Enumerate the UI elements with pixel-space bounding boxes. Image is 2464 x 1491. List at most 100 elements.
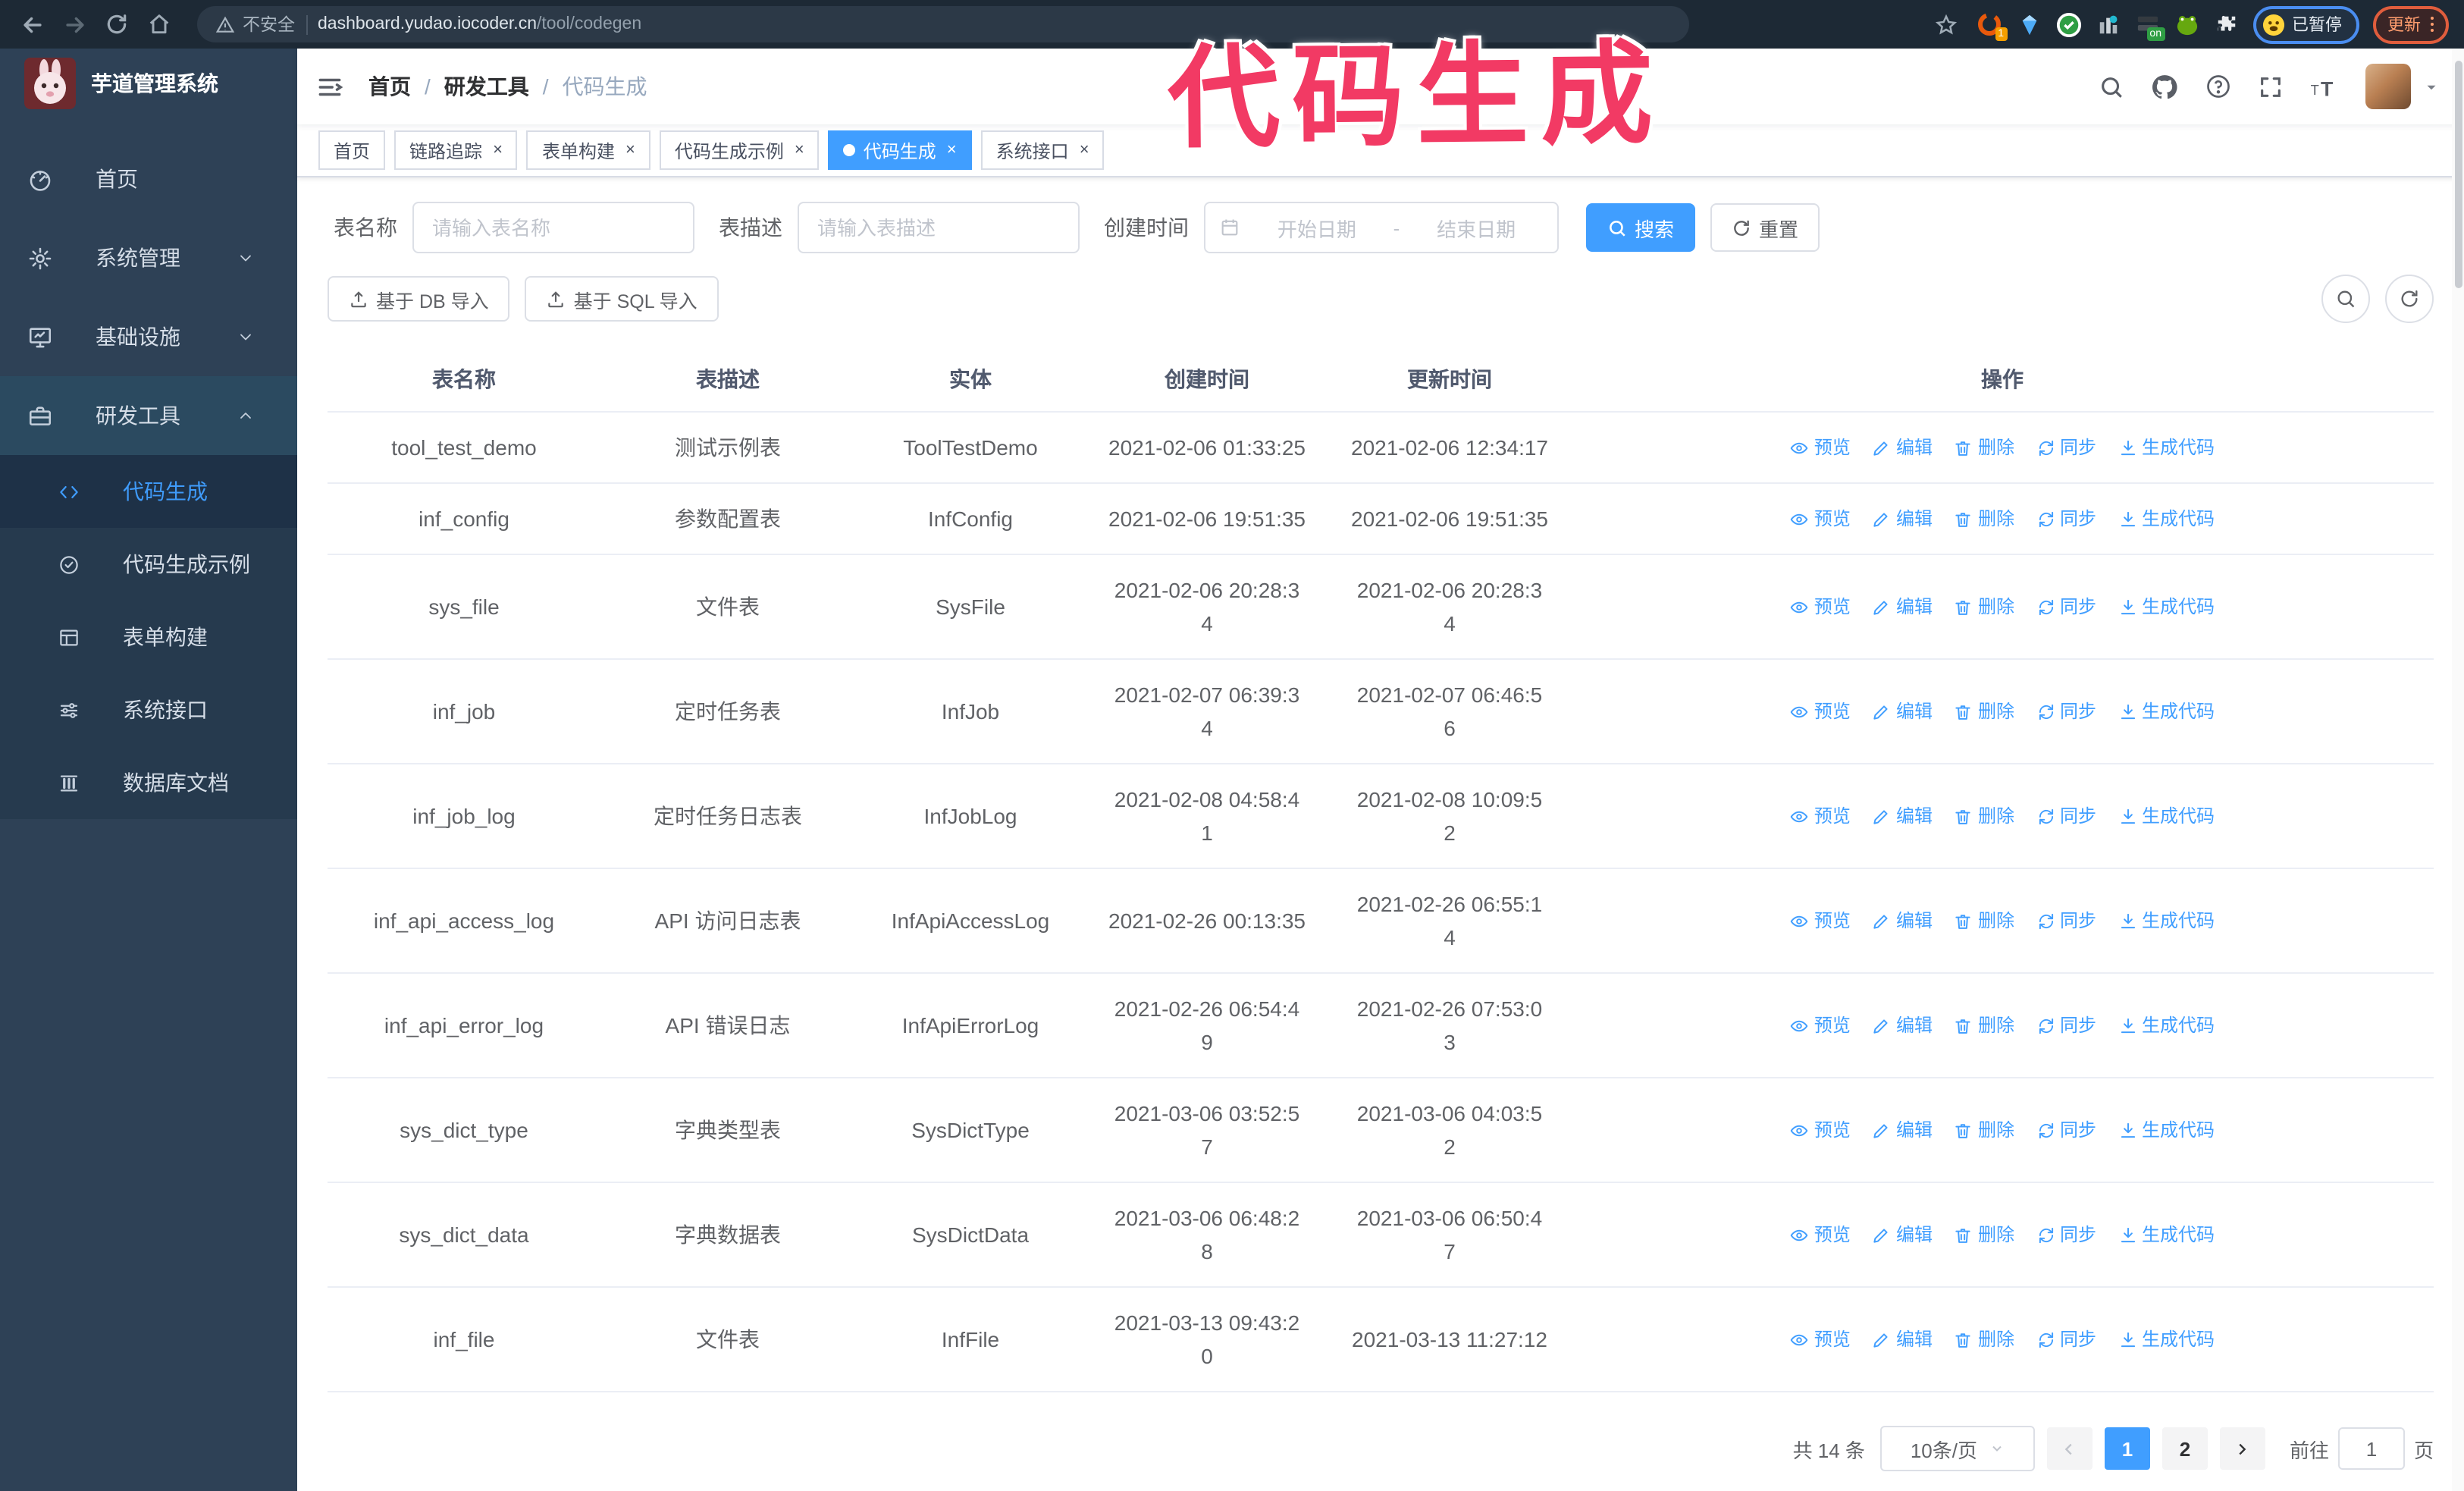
extension-orange-icon[interactable]: 1 (1977, 11, 2007, 40)
user-menu[interactable] (2365, 64, 2440, 109)
goto-page-input[interactable] (2337, 1427, 2405, 1470)
extension-frog-icon[interactable] (2174, 11, 2199, 37)
action-预览[interactable]: 预览 (1790, 799, 1851, 833)
action-生成代码[interactable]: 生成代码 (2118, 1113, 2215, 1147)
browser-home-icon[interactable] (143, 8, 176, 41)
next-page-button[interactable] (2219, 1427, 2265, 1470)
browser-reload-icon[interactable] (100, 8, 133, 41)
action-生成代码[interactable]: 生成代码 (2118, 502, 2215, 535)
sidebar-item-研发工具[interactable]: 研发工具 (0, 376, 297, 455)
import-sql-button[interactable]: 基于 SQL 导入 (525, 276, 719, 322)
action-编辑[interactable]: 编辑 (1872, 1323, 1933, 1356)
sidebar-item-基础设施[interactable]: 基础设施 (0, 297, 297, 376)
action-预览[interactable]: 预览 (1790, 1009, 1851, 1042)
page-button-1[interactable]: 1 (2104, 1427, 2150, 1470)
sidebar-subitem-表单构建[interactable]: 表单构建 (0, 601, 297, 673)
action-同步[interactable]: 同步 (2036, 1113, 2096, 1147)
tab-首页[interactable]: 首页 (318, 130, 386, 170)
action-删除[interactable]: 删除 (1954, 904, 2014, 937)
search-button[interactable]: 搜索 (1586, 203, 1696, 252)
fullscreen-icon[interactable] (2258, 74, 2284, 99)
breadcrumb-item[interactable]: 研发工具 (444, 71, 529, 102)
bookmark-star-icon[interactable] (1930, 8, 1963, 41)
help-icon[interactable] (2205, 73, 2232, 100)
tab-表单构建[interactable]: 表单构建 × (526, 130, 650, 170)
toggle-search-button[interactable] (2321, 275, 2370, 323)
sidebar-subitem-代码生成示例[interactable]: 代码生成示例 (0, 528, 297, 601)
page-scrollbar[interactable] (2452, 49, 2464, 1491)
action-删除[interactable]: 删除 (1954, 502, 2014, 535)
action-同步[interactable]: 同步 (2036, 904, 2096, 937)
action-生成代码[interactable]: 生成代码 (2118, 590, 2215, 623)
action-预览[interactable]: 预览 (1790, 1218, 1851, 1251)
action-同步[interactable]: 同步 (2036, 695, 2096, 728)
tab-链路追踪[interactable]: 链路追踪 × (394, 130, 518, 170)
action-预览[interactable]: 预览 (1790, 1113, 1851, 1147)
refresh-table-button[interactable] (2385, 275, 2434, 323)
action-预览[interactable]: 预览 (1790, 590, 1851, 623)
action-删除[interactable]: 删除 (1954, 431, 2014, 464)
sidebar-subitem-代码生成[interactable]: 代码生成 (0, 455, 297, 528)
action-生成代码[interactable]: 生成代码 (2118, 1218, 2215, 1251)
action-编辑[interactable]: 编辑 (1872, 1218, 1933, 1251)
action-编辑[interactable]: 编辑 (1872, 431, 1933, 464)
action-预览[interactable]: 预览 (1790, 1323, 1851, 1356)
action-预览[interactable]: 预览 (1790, 431, 1851, 464)
close-icon[interactable]: × (795, 141, 804, 159)
sidebar-collapse-icon[interactable] (315, 72, 344, 101)
table-desc-input[interactable] (798, 202, 1080, 253)
sidebar-item-系统管理[interactable]: 系统管理 (0, 218, 297, 297)
action-编辑[interactable]: 编辑 (1872, 1113, 1933, 1147)
action-预览[interactable]: 预览 (1790, 695, 1851, 728)
extension-switch-icon[interactable]: on (2134, 11, 2165, 40)
action-同步[interactable]: 同步 (2036, 431, 2096, 464)
action-同步[interactable]: 同步 (2036, 1323, 2096, 1356)
browser-forward-icon[interactable] (58, 8, 91, 41)
extension-stats-icon[interactable] (2095, 11, 2121, 37)
action-删除[interactable]: 删除 (1954, 799, 2014, 833)
table-name-input[interactable] (412, 202, 694, 253)
action-编辑[interactable]: 编辑 (1872, 904, 1933, 937)
action-编辑[interactable]: 编辑 (1872, 1009, 1933, 1042)
close-icon[interactable]: × (947, 141, 957, 159)
github-icon[interactable] (2150, 72, 2179, 101)
close-icon[interactable]: × (1080, 141, 1089, 159)
search-icon[interactable] (2099, 74, 2124, 99)
action-生成代码[interactable]: 生成代码 (2118, 904, 2215, 937)
action-删除[interactable]: 删除 (1954, 1323, 2014, 1356)
action-编辑[interactable]: 编辑 (1872, 590, 1933, 623)
sidebar-subitem-系统接口[interactable]: 系统接口 (0, 673, 297, 746)
close-icon[interactable]: × (493, 141, 503, 159)
action-同步[interactable]: 同步 (2036, 502, 2096, 535)
action-编辑[interactable]: 编辑 (1872, 799, 1933, 833)
action-编辑[interactable]: 编辑 (1872, 695, 1933, 728)
action-生成代码[interactable]: 生成代码 (2118, 695, 2215, 728)
date-range-picker[interactable]: 开始日期 - 结束日期 (1204, 202, 1559, 253)
action-删除[interactable]: 删除 (1954, 1009, 2014, 1042)
action-删除[interactable]: 删除 (1954, 1218, 2014, 1251)
action-删除[interactable]: 删除 (1954, 590, 2014, 623)
action-同步[interactable]: 同步 (2036, 590, 2096, 623)
action-生成代码[interactable]: 生成代码 (2118, 799, 2215, 833)
scrollbar-thumb[interactable] (2454, 61, 2462, 288)
sidebar-item-首页[interactable]: 首页 (0, 140, 297, 218)
page-size-select[interactable]: 10条/页 (1879, 1426, 2035, 1471)
reset-button[interactable]: 重置 (1710, 203, 1820, 252)
action-预览[interactable]: 预览 (1790, 502, 1851, 535)
security-warning[interactable]: 不安全 (215, 12, 295, 36)
action-同步[interactable]: 同步 (2036, 1218, 2096, 1251)
prev-page-button[interactable] (2046, 1427, 2093, 1470)
user-avatar[interactable] (2365, 64, 2411, 109)
sidebar-subitem-数据库文档[interactable]: 数据库文档 (0, 746, 297, 819)
action-编辑[interactable]: 编辑 (1872, 502, 1933, 535)
extension-gem-icon[interactable] (2016, 11, 2042, 37)
address-bar[interactable]: 不安全 dashboard.yudao.iocoder.cn/tool/code… (197, 6, 1689, 42)
action-预览[interactable]: 预览 (1790, 904, 1851, 937)
action-生成代码[interactable]: 生成代码 (2118, 1009, 2215, 1042)
browser-back-icon[interactable] (15, 8, 49, 41)
tab-代码生成[interactable]: 代码生成 × (828, 130, 972, 170)
import-db-button[interactable]: 基于 DB 导入 (328, 276, 510, 322)
font-size-icon[interactable]: TT (2309, 74, 2340, 99)
app-logo-row[interactable]: 芋道管理系统 (0, 49, 297, 118)
extensions-puzzle-icon[interactable] (2213, 11, 2239, 37)
